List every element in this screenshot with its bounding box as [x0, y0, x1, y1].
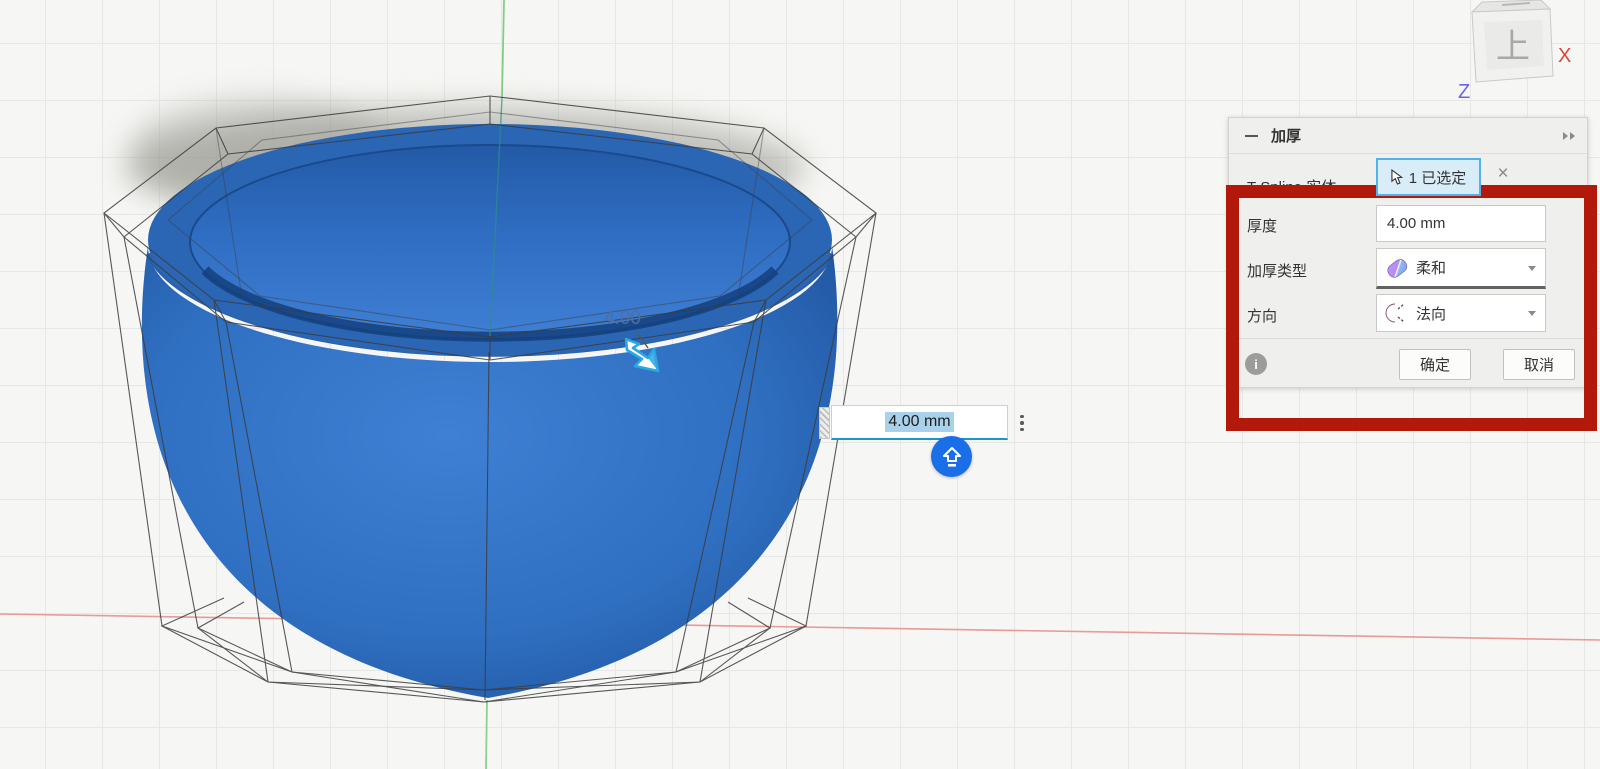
normal-direction-icon: [1385, 303, 1405, 323]
floating-input-menu-icon[interactable]: [1014, 409, 1030, 437]
chevron-down-icon: [1528, 311, 1536, 316]
viewport-canvas[interactable]: 4.00 4.00 mm 上 X Z 加厚 T-Spline 实体 1 已选定 …: [0, 0, 1600, 769]
dialog-footer: i 确定 取消: [1229, 338, 1587, 389]
thickness-input[interactable]: 4.00 mm: [1376, 205, 1546, 242]
y-axis-line-bottom: [485, 699, 488, 769]
collapse-icon[interactable]: [1245, 129, 1258, 142]
thicken-type-label: 加厚类型: [1247, 263, 1308, 280]
x-axis-line: [0, 613, 1600, 641]
selection-chip[interactable]: 1 已选定: [1376, 158, 1481, 196]
thicken-apply-button[interactable]: [931, 436, 972, 477]
axis-x-label[interactable]: X: [1558, 45, 1571, 67]
thickness-dimension-label: 4.00: [604, 308, 641, 329]
selection-row-label: T-Spline 实体: [1247, 179, 1337, 196]
thickness-floating-input[interactable]: 4.00 mm: [831, 405, 1008, 440]
chevron-down-icon: [1528, 265, 1536, 271]
thickness-label: 厚度: [1247, 218, 1278, 235]
thicken-arrow-icon: [942, 446, 961, 467]
y-axis-line-top: [501, 0, 505, 99]
selected-input-text: 4.00 mm: [885, 412, 954, 432]
floating-input-drag-handle[interactable]: [819, 407, 830, 439]
cursor-icon: [1391, 168, 1403, 185]
cancel-button[interactable]: 取消: [1503, 349, 1575, 380]
axis-z-label[interactable]: Z: [1458, 81, 1470, 103]
info-icon[interactable]: i: [1245, 353, 1267, 375]
dialog-header: 加厚: [1229, 118, 1587, 154]
dialog-title: 加厚: [1271, 128, 1302, 145]
view-cube-face-label: 上: [1496, 28, 1530, 66]
thicken-type-dropdown[interactable]: 柔和: [1376, 248, 1546, 289]
direction-dropdown[interactable]: 法向: [1376, 294, 1546, 332]
direction-label: 方向: [1247, 308, 1278, 325]
view-cube[interactable]: 上 X Z: [1444, 0, 1594, 110]
ok-button[interactable]: 确定: [1399, 349, 1471, 380]
thicken-direction-manipulator-icon[interactable]: [618, 334, 664, 376]
double-chevron-icon[interactable]: [1563, 131, 1575, 140]
thicken-dialog: 加厚 T-Spline 实体 1 已选定 × 厚度 4.00 mm 加厚类型 柔…: [1228, 117, 1588, 388]
clear-selection-icon[interactable]: ×: [1491, 162, 1515, 186]
selection-chip-label: 1 已选定: [1408, 169, 1467, 187]
soft-thicken-icon: [1387, 258, 1408, 278]
